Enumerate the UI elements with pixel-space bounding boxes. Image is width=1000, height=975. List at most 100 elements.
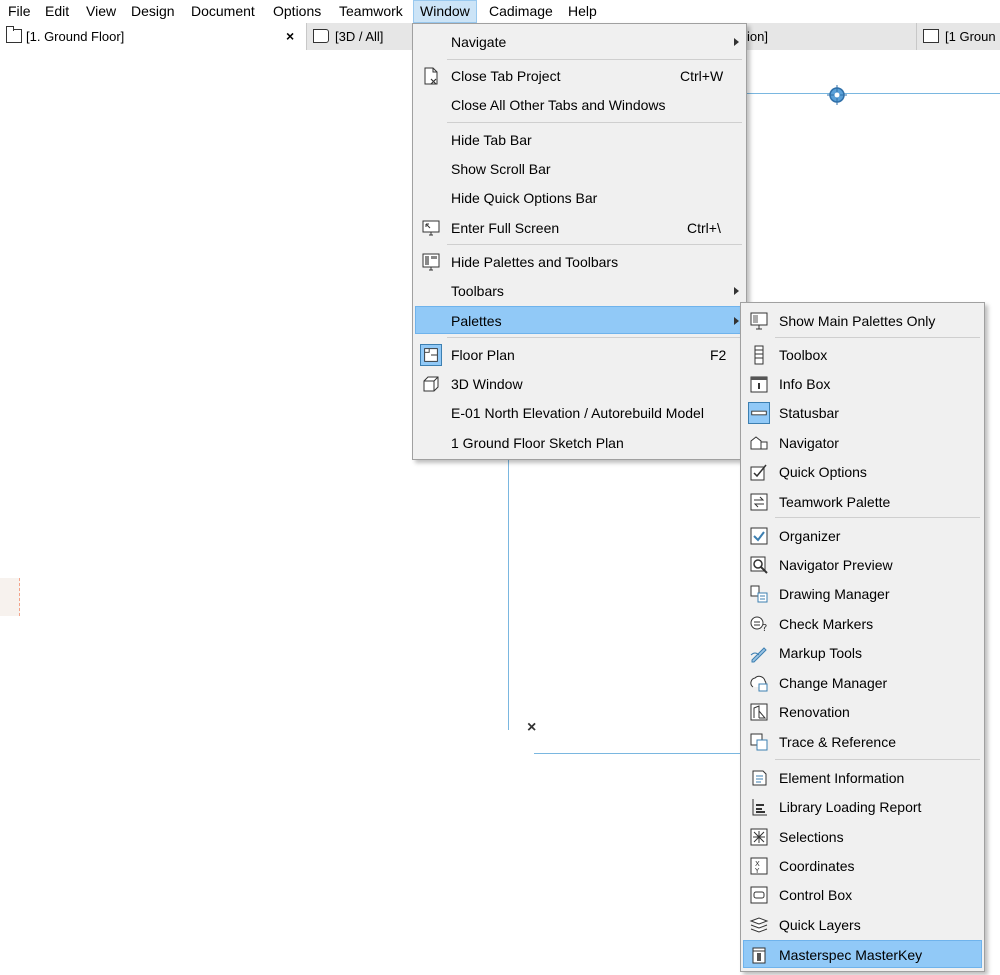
menu-item-label: Toolbox (779, 347, 828, 363)
menu-item-statusbar[interactable]: Statusbar (743, 399, 982, 427)
shortcut-label: Ctrl+\ (687, 220, 721, 236)
menu-item-show-scroll-bar[interactable]: Show Scroll Bar (415, 155, 744, 183)
menu-item-close-all-other[interactable]: Close All Other Tabs and Windows (415, 91, 744, 119)
menu-item-drawing-manager[interactable]: Drawing Manager (743, 580, 982, 608)
menu-item-label: Navigator Preview (779, 557, 893, 573)
close-tab-icon[interactable]: × (286, 23, 294, 50)
navigator-icon (750, 436, 768, 450)
menu-item-coordinates[interactable]: X Y Coordinates (743, 852, 982, 880)
menu-item-control-box[interactable]: Control Box (743, 881, 982, 909)
navigator-preview-icon (750, 556, 768, 574)
menu-item-elevation[interactable]: E-01 North Elevation / Autorebuild Model (415, 399, 744, 427)
teamwork-icon (750, 493, 768, 511)
menu-edit[interactable]: Edit (45, 0, 69, 23)
menu-item-library-loading-report[interactable]: Library Loading Report (743, 793, 982, 821)
menu-item-check-markers[interactable]: ? Check Markers (743, 610, 982, 638)
menu-item-hide-quick-options[interactable]: Hide Quick Options Bar (415, 184, 744, 212)
menu-item-label: Show Main Palettes Only (779, 313, 936, 329)
menu-item-markup-tools[interactable]: Markup Tools (743, 639, 982, 667)
menu-item-label: Drawing Manager (779, 586, 890, 602)
menu-item-masterspec[interactable]: Masterspec MasterKey (743, 940, 982, 968)
submenu-arrow-icon (734, 287, 739, 295)
renovation-icon (750, 703, 768, 721)
menu-design[interactable]: Design (131, 0, 175, 23)
menu-window[interactable]: Window (413, 0, 477, 23)
menu-item-label: Check Markers (779, 616, 874, 632)
svg-text:?: ? (762, 623, 767, 634)
submenu-arrow-icon (734, 38, 739, 46)
drawing-manager-icon (750, 585, 768, 603)
menu-teamwork[interactable]: Teamwork (339, 0, 403, 23)
menu-file[interactable]: File (8, 0, 31, 23)
svg-text:Y: Y (754, 867, 760, 875)
menu-item-organizer[interactable]: Organizer (743, 522, 982, 550)
3d-window-icon (313, 29, 329, 43)
menu-item-floor-plan[interactable]: Floor Plan F2 (415, 341, 744, 369)
palettes-toolbars-icon (422, 253, 440, 271)
trace-reference-icon (750, 733, 768, 751)
origin-marker-icon[interactable] (826, 84, 848, 106)
menu-item-label: Floor Plan (451, 347, 515, 363)
menu-item-teamwork-palette[interactable]: Teamwork Palette (743, 488, 982, 516)
tab-floor-plan[interactable]: [1. Ground Floor] × (0, 23, 306, 50)
floor-plan-icon (923, 29, 939, 43)
menu-item-label: Hide Quick Options Bar (451, 190, 598, 206)
element-information-icon (752, 770, 767, 786)
menu-cadimage[interactable]: Cadimage (489, 0, 553, 23)
menu-item-trace-reference[interactable]: Trace & Reference (743, 728, 982, 756)
menu-item-renovation[interactable]: Renovation (743, 698, 982, 726)
tab-ground-floor-2[interactable]: [1 Groun (916, 23, 1000, 50)
menu-item-selections[interactable]: Selections (743, 823, 982, 851)
cross-marker: × (527, 719, 537, 736)
floor-plan-icon (420, 344, 442, 366)
menu-item-palettes[interactable]: Palettes (415, 306, 744, 334)
coordinates-icon: X Y (750, 857, 768, 875)
menu-item-show-main-palettes[interactable]: Show Main Palettes Only (743, 307, 982, 335)
menu-item-label: Control Box (779, 887, 853, 903)
menu-item-navigator-preview[interactable]: Navigator Preview (743, 551, 982, 579)
menu-item-3d-window[interactable]: 3D Window (415, 370, 744, 398)
menu-document[interactable]: Document (191, 0, 255, 23)
menu-item-change-manager[interactable]: Change Manager (743, 669, 982, 697)
menu-item-label: Palettes (451, 313, 502, 329)
palettes-submenu: Show Main Palettes Only Toolbox Info Box… (740, 302, 985, 972)
quick-options-icon (750, 464, 767, 481)
menu-item-label: Selections (779, 829, 844, 845)
tab-elevation[interactable]: ion] (746, 23, 916, 50)
menu-item-label: Hide Tab Bar (451, 132, 532, 148)
change-manager-icon (750, 675, 768, 692)
shortcut-label: F2 (710, 347, 727, 363)
menu-options[interactable]: Options (273, 0, 321, 23)
menu-item-close-tab-project[interactable]: Close Tab Project Ctrl+W (415, 62, 744, 90)
menu-item-label: Library Loading Report (779, 799, 922, 815)
menu-item-quick-layers[interactable]: Quick Layers (743, 911, 982, 939)
menu-item-toolbars[interactable]: Toolbars (415, 277, 744, 305)
menu-item-enter-full-screen[interactable]: Enter Full Screen Ctrl+\ (415, 214, 744, 242)
menu-item-navigator[interactable]: Navigator (743, 429, 982, 457)
menu-item-info-box[interactable]: Info Box (743, 370, 982, 398)
menu-item-element-information[interactable]: Element Information (743, 764, 982, 792)
menu-help[interactable]: Help (568, 0, 597, 23)
menu-view[interactable]: View (86, 0, 116, 23)
menu-item-quick-options[interactable]: Quick Options (743, 458, 982, 486)
close-tab-icon (424, 67, 438, 85)
tab-3d[interactable]: [3D / All] (306, 23, 414, 50)
check-markers-icon: ? (750, 616, 767, 634)
3d-window-icon (423, 376, 439, 392)
menu-item-label: Renovation (779, 704, 850, 720)
menu-item-label: Quick Layers (779, 917, 861, 933)
toolbox-icon (754, 345, 764, 365)
menu-item-label: Enter Full Screen (451, 220, 560, 236)
menu-item-hide-tab-bar[interactable]: Hide Tab Bar (415, 126, 744, 154)
menu-item-sketch-plan[interactable]: 1 Ground Floor Sketch Plan (415, 429, 744, 457)
menu-item-label: E-01 North Elevation / Autorebuild Model (451, 405, 704, 421)
menu-item-hide-palettes[interactable]: Hide Palettes and Toolbars (415, 248, 744, 276)
menu-item-label: Toolbars (451, 283, 504, 299)
menu-item-label: 3D Window (451, 376, 523, 392)
menu-item-toolbox[interactable]: Toolbox (743, 341, 982, 369)
side-ruler[interactable] (0, 578, 20, 616)
menu-item-navigate[interactable]: Navigate (415, 28, 744, 56)
menu-item-label: Trace & Reference (779, 734, 896, 750)
masterspec-icon (752, 947, 766, 964)
shortcut-label: Ctrl+W (680, 68, 724, 84)
